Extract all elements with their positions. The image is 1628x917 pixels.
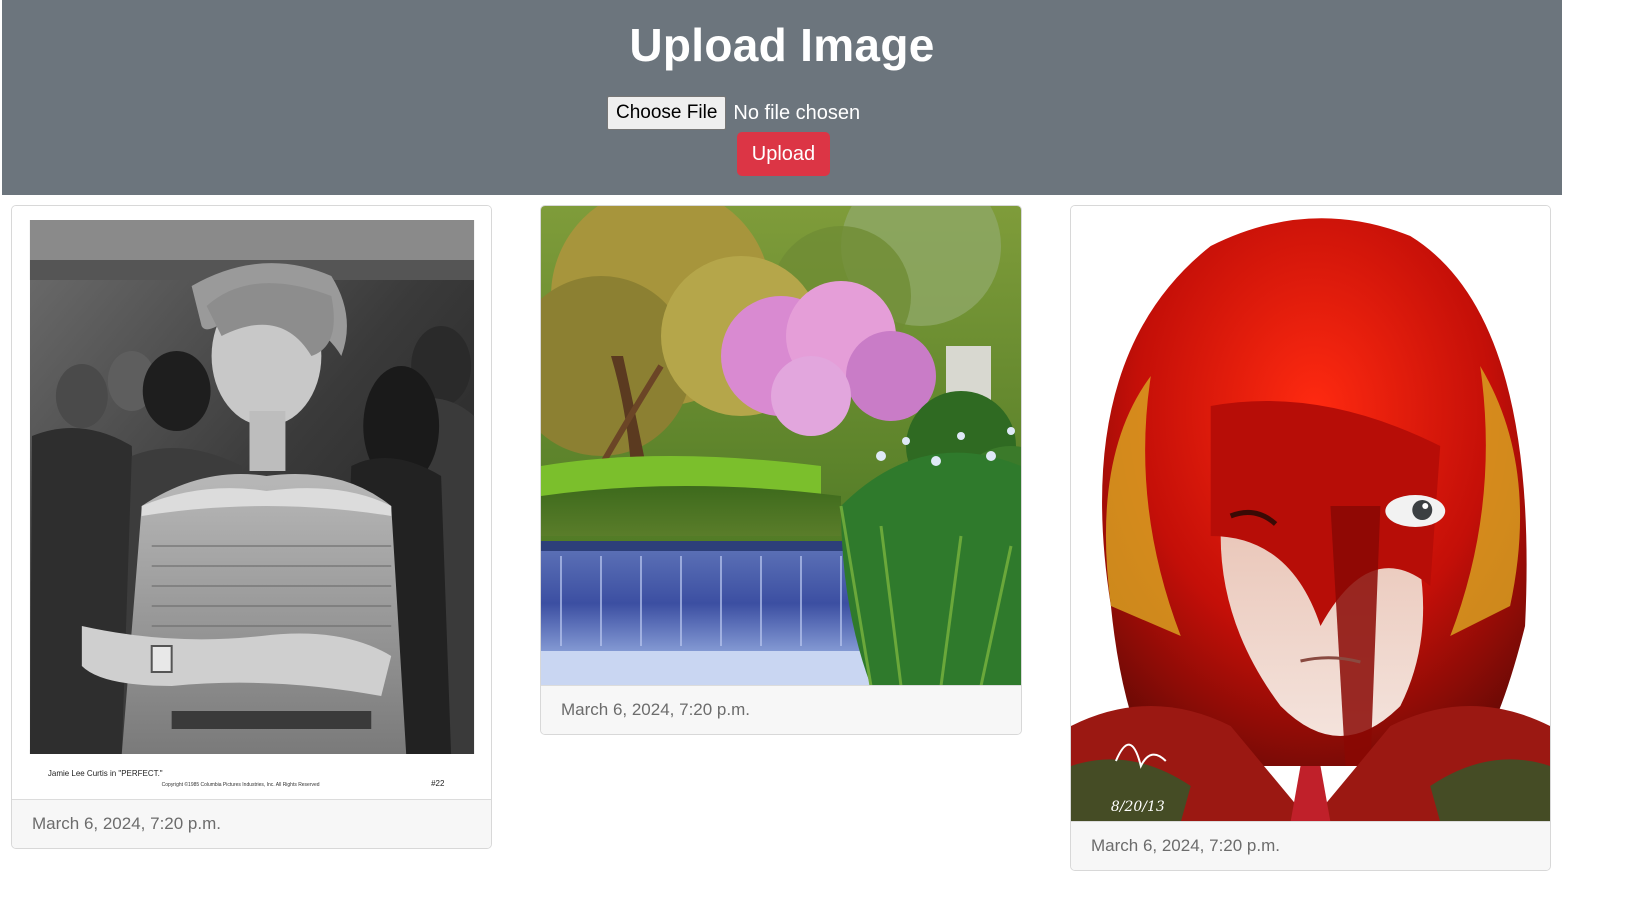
file-input[interactable]: Choose File No file chosen (607, 96, 860, 130)
image-card: 8/20/13 March 6, 2024, 7:20 p.m. (1070, 205, 1551, 871)
photo-caption-text: Jamie Lee Curtis in "PERFECT." (48, 769, 163, 778)
page-title: Upload Image (629, 19, 935, 71)
photo-image: Jamie Lee Curtis in "PERFECT." Copyright… (12, 206, 491, 800)
choose-file-button[interactable]: Choose File (607, 96, 727, 130)
signature-text: 8/20/13 (1111, 799, 1165, 815)
photo-number-text: #22 (431, 779, 445, 788)
image-card: March 6, 2024, 7:20 p.m. (540, 205, 1022, 735)
card-timestamp: March 6, 2024, 7:20 p.m. (12, 799, 491, 848)
file-status-text: No file chosen (733, 101, 861, 124)
card-timestamp: March 6, 2024, 7:20 p.m. (541, 685, 1021, 734)
upload-header: Upload Image Choose File No file chosen … (2, 0, 1562, 195)
landscape-image (541, 206, 1021, 686)
photo-copyright-text: Copyright ©1985 Columbia Pictures Indust… (162, 781, 320, 788)
illustration-image: 8/20/13 (1071, 206, 1550, 822)
upload-button[interactable]: Upload (737, 132, 830, 176)
image-card: Jamie Lee Curtis in "PERFECT." Copyright… (11, 205, 492, 849)
card-timestamp: March 6, 2024, 7:20 p.m. (1071, 821, 1550, 870)
